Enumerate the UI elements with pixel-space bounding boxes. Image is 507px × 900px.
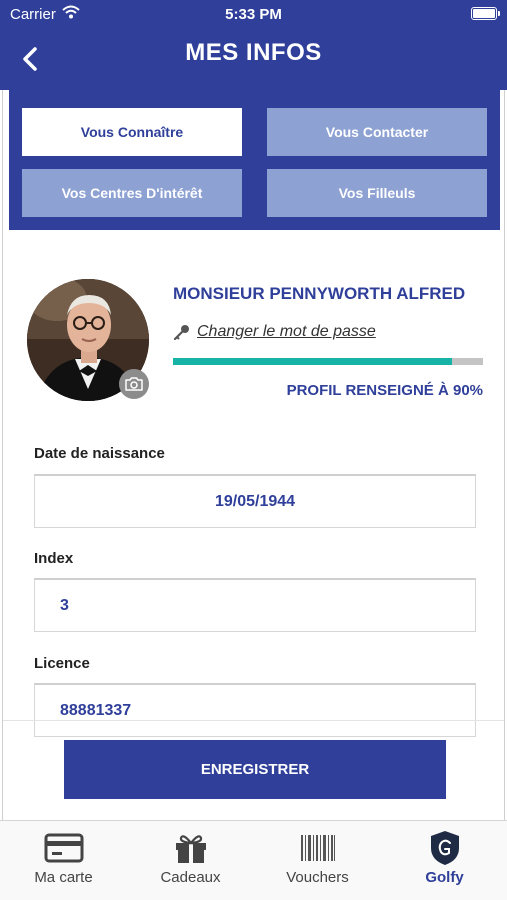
tab-centres-interet[interactable]: Vos Centres D'intérêt: [22, 169, 242, 217]
page-title: MES INFOS: [185, 39, 322, 66]
content-card: Vous Connaître Vous Contacter Vos Centre…: [2, 90, 505, 820]
change-photo-button[interactable]: [119, 369, 149, 399]
birthdate-label: Date de naissance: [34, 445, 165, 462]
barcode-icon: [300, 835, 335, 861]
key-icon: [173, 325, 189, 340]
profile-progress-fill: [173, 358, 452, 365]
gift-icon: [175, 835, 206, 863]
tab-vous-contacter[interactable]: Vous Contacter: [267, 108, 487, 156]
change-password-link[interactable]: Changer le mot de passe: [173, 323, 376, 341]
tabbar-label: Cadeaux: [160, 869, 221, 886]
change-password-label: Changer le mot de passe: [197, 323, 376, 340]
profile-progress-bar: [173, 358, 483, 365]
profile-name: MONSIEUR PENNYWORTH ALFRED: [173, 284, 466, 303]
bottom-tab-bar: Ma carte Cadeaux Vouchers Golfy: [0, 820, 507, 900]
camera-icon: [125, 377, 143, 391]
tabbar-item-vouchers[interactable]: Vouchers: [254, 821, 381, 900]
tabbar-item-cadeaux[interactable]: Cadeaux: [127, 821, 254, 900]
tabbar-label: Ma carte: [34, 869, 93, 886]
tab-vous-connaitre[interactable]: Vous Connaître: [22, 108, 242, 156]
licence-label: Licence: [34, 655, 90, 672]
section-tabs: Vous Connaître Vous Contacter Vos Centre…: [9, 90, 500, 230]
status-bar: Carrier 5:33 PM: [0, 0, 507, 28]
tabbar-label: Vouchers: [286, 869, 349, 886]
navigation-bar: MES INFOS: [0, 28, 507, 90]
tab-filleuls[interactable]: Vos Filleuls: [267, 169, 487, 217]
status-time: 5:33 PM: [225, 6, 282, 23]
profile-progress-label: PROFIL RENSEIGNÉ À 90%: [286, 382, 483, 399]
divider: [3, 720, 504, 721]
tabbar-label: Golfy: [425, 869, 464, 886]
battery-icon: [471, 7, 500, 20]
index-field[interactable]: 3: [34, 578, 476, 632]
save-button[interactable]: ENREGISTRER: [64, 740, 446, 799]
tabbar-item-ma-carte[interactable]: Ma carte: [0, 821, 127, 900]
card-icon: [44, 833, 83, 863]
tabbar-item-golfy[interactable]: Golfy: [381, 821, 507, 900]
index-label: Index: [34, 550, 74, 567]
birthdate-field[interactable]: 19/05/1944: [34, 474, 476, 528]
golfy-logo-icon: [430, 831, 459, 865]
licence-field[interactable]: 88881337: [34, 683, 476, 737]
